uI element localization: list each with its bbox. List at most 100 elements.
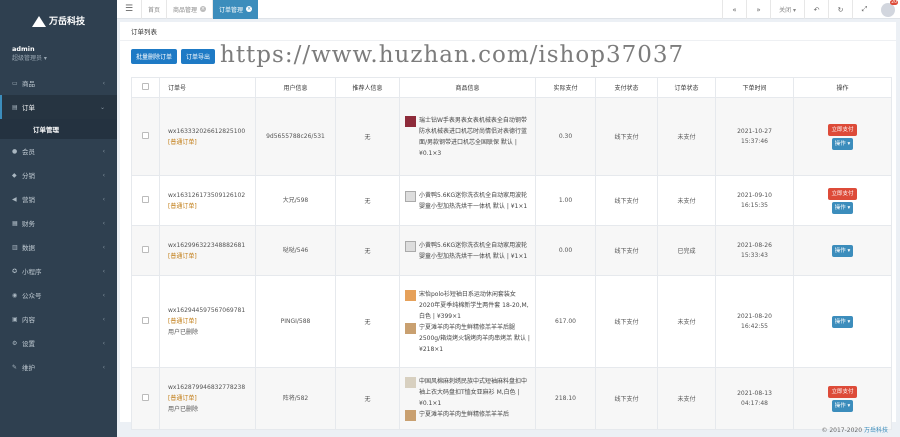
row-checkbox[interactable]: [142, 317, 149, 324]
sidebar-item-10[interactable]: ⚙ 设置 ‹: [0, 331, 117, 355]
pay-now-button[interactable]: 立即支付: [828, 187, 857, 200]
export-button[interactable]: 订单导出: [181, 48, 216, 64]
column-header: 用户信息: [255, 77, 336, 98]
chevron-left-icon: ‹: [102, 171, 105, 179]
chevron-left-icon: ‹: [102, 195, 105, 203]
avatar[interactable]: 20: [881, 0, 898, 17]
operation-dropdown-button[interactable]: 操作 ▾: [831, 201, 854, 214]
sidebar-item-3[interactable]: ◆ 分销 ‹: [0, 163, 117, 187]
operation-dropdown-button[interactable]: 操作 ▾: [831, 137, 854, 150]
tab-goods-label: 商品管理: [173, 6, 198, 14]
row-checkbox[interactable]: [142, 246, 149, 253]
order-type-tag: [普通订单]: [168, 395, 197, 402]
sidebar-item-label: 营销: [22, 196, 35, 204]
goods-info-cell: 小黄鸭5.6KG迷你洗衣机全自动家用波轮婴童小型加热洗烘干一体机 默认 | ¥1…: [399, 175, 536, 226]
referrer-cell: 无: [335, 367, 400, 430]
logo-icon: [31, 15, 46, 27]
brand-logo[interactable]: 万岳科技: [0, 0, 117, 41]
copyright: © 2017-2020: [821, 427, 863, 434]
pay-now-button[interactable]: 立即支付: [828, 385, 857, 398]
row-checkbox[interactable]: [142, 132, 149, 139]
row-checkbox[interactable]: [142, 196, 149, 203]
sidebar-item-1[interactable]: ▤ 订单 ⌄: [0, 95, 117, 119]
close-icon[interactable]: ×: [200, 6, 207, 12]
content-icon: ▣: [12, 315, 18, 323]
goods-info-cell: 中国风棉麻刺绣民族中式短袖麻料盘扣中袖上衣大码盘扣T恤女亚麻衫 M,白色 | ¥…: [399, 367, 536, 430]
user-name: admin: [12, 45, 35, 53]
fullscreen-icon[interactable]: ⤢: [852, 0, 876, 19]
operation-dropdown-button[interactable]: 操作 ▾: [831, 244, 854, 257]
tab-goods[interactable]: 商品管理 ×: [166, 0, 212, 19]
close-icon[interactable]: ×: [246, 6, 253, 12]
scroll-right-icon[interactable]: »: [746, 0, 770, 19]
order-time-cell: 2021-09-10 16:15:35: [715, 175, 794, 226]
order-number-cell: wx163126173509126102 [普通订单]: [159, 175, 256, 226]
goods-thumbnail: [405, 190, 416, 202]
column-header: 下单时间: [715, 77, 794, 98]
goods-item: 中国风棉麻刺绣民族中式短袖麻料盘扣中袖上衣大码盘扣T恤女亚麻衫 M,白色 | ¥…: [405, 376, 530, 409]
sidebar-item-9[interactable]: ▣ 内容 ‹: [0, 307, 117, 331]
close-tabs-dropdown[interactable]: 关闭 ▾: [770, 0, 804, 19]
operation-dropdown-button[interactable]: 操作 ▾: [831, 315, 854, 328]
watermark: https://www.huzhan.com/ishop37037: [220, 42, 685, 68]
table-header: 订单号 用户信息 推荐人信息 商品信息 实际支付 支付状态 订单状态 下单时间 操作: [131, 77, 892, 98]
wechat-icon: ◉: [12, 291, 18, 299]
sidebar-item-label: 公众号: [22, 292, 42, 300]
chevron-left-icon: ‹: [102, 79, 105, 87]
refresh-icon[interactable]: ↻: [828, 0, 852, 19]
referrer-cell: 无: [335, 275, 400, 368]
order-status: 未支付: [657, 275, 716, 368]
miniprogram-icon: ✪: [12, 267, 18, 275]
goods-item: 瑞士钻W手表男表女表机械表全自动钢带防水机械表进口机芯时尚情侣对表德行蓝面/男款…: [405, 115, 530, 159]
row-select-cell: [131, 175, 160, 226]
pay-now-button[interactable]: 立即支付: [828, 123, 857, 136]
sidebar-item-4[interactable]: ◀ 营销 ‹: [0, 187, 117, 211]
paid-amount: 218.10: [535, 367, 596, 430]
sidebar-item-7[interactable]: ✪ 小程序 ‹: [0, 259, 117, 283]
batch-delete-button[interactable]: 批量删除订单: [131, 48, 178, 64]
order-deleted-note: 用户已删除: [168, 329, 199, 336]
back-icon[interactable]: ↶: [804, 0, 828, 19]
goods-item: 宁夏滩羊肉羊肉生鲜精修羔羊羊后腿2500g/箱烧烤火锅烤肉羊肉串烤羔 默认 | …: [405, 322, 530, 355]
goods-item: 小黄鸭5.6KG迷你洗衣机全自动家用波轮婴童小型加热洗烘干一体机 默认 | ¥1…: [405, 240, 530, 262]
user-icon: ●: [12, 147, 18, 155]
operation-dropdown-button[interactable]: 操作 ▾: [831, 399, 854, 412]
select-all-header: [131, 77, 160, 98]
chevron-left-icon: ‹: [102, 219, 105, 227]
order-type-tag: [普通订单]: [168, 318, 197, 325]
sidebar-item-6[interactable]: ▥ 数据 ‹: [0, 235, 117, 259]
order-deleted-note: 用户已删除: [168, 406, 199, 413]
tab-home[interactable]: 首页: [141, 0, 166, 19]
sidebar-item-0[interactable]: ▭ 商品 ‹: [0, 71, 117, 95]
user-role-dropdown[interactable]: 超级管理员 ▾: [12, 54, 105, 63]
scroll-left-icon[interactable]: «: [722, 0, 746, 19]
tab-orders[interactable]: 订单管理 ×: [212, 0, 259, 19]
sidebar-subitem-order-manage[interactable]: 订单管理: [0, 119, 117, 139]
footer-company-link[interactable]: 万岳科技: [864, 427, 888, 434]
column-header: 支付状态: [595, 77, 658, 98]
chevron-left-icon: ‹: [102, 363, 105, 371]
order-number: wx163332026612825100: [168, 127, 246, 135]
order-date: 2021-08-26: [737, 241, 772, 249]
goods-thumbnail: [405, 240, 416, 252]
referrer-cell: 无: [335, 175, 400, 226]
select-all-checkbox[interactable]: [142, 83, 149, 90]
gear-icon: ⚙: [12, 339, 18, 347]
user-info: 哒哒/546: [282, 247, 309, 254]
chart-icon: ▥: [12, 243, 18, 251]
order-time: 15:37:46: [741, 137, 768, 145]
order-type-tag: [普通订单]: [168, 252, 197, 260]
table-row: wx162944597567069781 [普通订单] 用户已删除 PINGI/588…: [131, 275, 892, 368]
sidebar-item-11[interactable]: ✎ 维护 ‹: [0, 355, 117, 379]
notification-badge: 20: [890, 0, 898, 5]
table-row: wx163332026612825100 [普通订单] 9d5655788c26/5…: [131, 97, 892, 176]
row-checkbox[interactable]: [142, 394, 149, 401]
sidebar-item-5[interactable]: ▦ 财务 ‹: [0, 211, 117, 235]
user-info-cell: 9d5655788c26/531: [255, 97, 336, 176]
user-info: 大兄/598: [282, 197, 309, 204]
sidebar-item-2[interactable]: ● 会员 ‹: [0, 139, 117, 163]
order-time: 15:33:43: [741, 251, 768, 259]
user-info: 阵将/582: [282, 395, 309, 402]
sidebar-item-8[interactable]: ◉ 公众号 ‹: [0, 283, 117, 307]
menu-toggle-icon[interactable]: ☰: [117, 4, 141, 14]
